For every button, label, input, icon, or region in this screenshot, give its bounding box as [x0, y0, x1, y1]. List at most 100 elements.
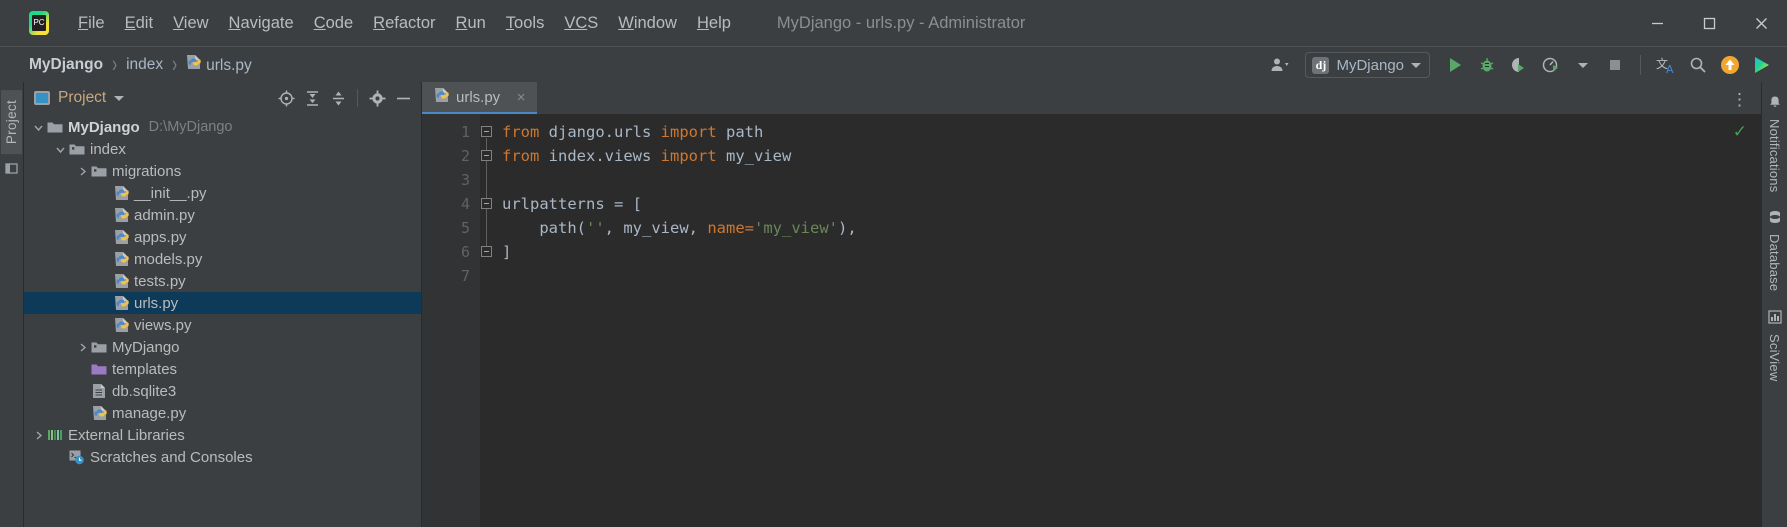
database-file-icon	[90, 383, 108, 399]
menu-item-help[interactable]: Help	[687, 10, 741, 37]
project-tree[interactable]: MyDjango D:\MyDjango index migrations __init…	[24, 114, 421, 527]
error-stripe-marker-panel[interactable]	[1747, 114, 1761, 527]
more-options-icon[interactable]: ⋮	[1725, 90, 1755, 109]
sidebar-item-database[interactable]: Database	[1765, 203, 1784, 298]
sidebar-item-project[interactable]: Project	[1, 90, 22, 155]
menu-item-vcs[interactable]: VCS	[554, 10, 608, 37]
tree-item-scratches-and-consoles[interactable]: Scratches and Consoles	[24, 446, 421, 468]
django-icon: dj	[1312, 56, 1330, 74]
code-token-id: path	[725, 123, 764, 141]
settings-sync-icon[interactable]	[1265, 51, 1295, 79]
code-line[interactable]: path('', my_view, name='my_view'),	[502, 216, 1747, 240]
code-token-id: , my_view,	[604, 219, 708, 237]
menu-item-navigate[interactable]: Navigate	[219, 10, 304, 37]
folder-module-icon	[46, 120, 64, 134]
menu-item-tools[interactable]: Tools	[496, 10, 555, 37]
line-number[interactable]: 1	[422, 120, 480, 144]
breadcrumb-item-index[interactable]: index	[121, 54, 168, 76]
search-everywhere-icon[interactable]	[1683, 51, 1713, 79]
sidebar-item-notifications[interactable]: Notifications	[1765, 88, 1784, 199]
tree-item-urls-py[interactable]: urls.py	[24, 292, 421, 314]
tree-item-views-py[interactable]: views.py	[24, 314, 421, 336]
chevron-right-icon[interactable]	[74, 342, 90, 353]
breadcrumb-item-urls-py[interactable]: urls.py	[181, 52, 257, 77]
profile-dropdown-icon[interactable]	[1568, 51, 1598, 79]
run-button[interactable]	[1440, 51, 1470, 79]
settings-gear-icon[interactable]	[365, 86, 389, 110]
line-number[interactable]: 5	[422, 216, 480, 240]
stop-button[interactable]	[1600, 51, 1630, 79]
select-opened-file-icon[interactable]	[274, 86, 298, 110]
chevron-right-icon[interactable]	[30, 430, 46, 441]
tree-item-migrations[interactable]: migrations	[24, 160, 421, 182]
breadcrumb-item-mydjango[interactable]: MyDjango	[24, 54, 108, 76]
code-line[interactable]: from index.views import my_view	[502, 144, 1747, 168]
structure-icon[interactable]	[4, 162, 19, 181]
tree-item-external-libraries[interactable]: External Libraries	[24, 424, 421, 446]
profile-button[interactable]	[1536, 51, 1566, 79]
run-configuration-selector[interactable]: dj MyDjango	[1305, 52, 1430, 78]
fold-marker-line2[interactable]	[481, 150, 492, 161]
code-line[interactable]	[502, 264, 1747, 288]
tree-item-mydjango[interactable]: MyDjango D:\MyDjango	[24, 116, 421, 138]
chevron-down-icon[interactable]	[52, 144, 68, 155]
window-controls	[1631, 0, 1787, 46]
code-line[interactable]	[502, 168, 1747, 192]
code-line[interactable]: from django.urls import path	[502, 120, 1747, 144]
debug-button[interactable]	[1472, 51, 1502, 79]
chevron-right-icon[interactable]	[74, 166, 90, 177]
code-content[interactable]: from django.urls import path from index.v…	[494, 114, 1747, 527]
line-number[interactable]: 6	[422, 240, 480, 264]
menu-item-code[interactable]: Code	[304, 10, 363, 37]
tree-item-templates[interactable]: templates	[24, 358, 421, 380]
code-folding-strip[interactable]	[480, 114, 494, 527]
hide-panel-icon[interactable]	[391, 86, 415, 110]
breadcrumb-label: urls.py	[206, 57, 252, 74]
chevron-down-icon[interactable]	[114, 95, 125, 101]
translate-icon[interactable]: 文 A	[1651, 51, 1681, 79]
line-number[interactable]: 2	[422, 144, 480, 168]
fold-marker-line6[interactable]	[481, 246, 492, 257]
code-line[interactable]: urlpatterns = [	[502, 192, 1747, 216]
menu-item-file[interactable]: File	[68, 10, 115, 37]
run-with-coverage-button[interactable]	[1504, 51, 1534, 79]
menu-item-view[interactable]: View	[163, 10, 218, 37]
sidebar-item-sciview[interactable]: SciView	[1765, 303, 1784, 388]
maximize-button[interactable]	[1683, 0, 1735, 46]
fold-marker-line4[interactable]	[481, 198, 492, 209]
menu-item-refactor[interactable]: Refactor	[363, 10, 445, 37]
tree-item-tests-py[interactable]: tests.py	[24, 270, 421, 292]
editor-tab-urls-py[interactable]: urls.py ×	[422, 82, 538, 114]
tree-item--init-py[interactable]: __init__.py	[24, 182, 421, 204]
update-available-icon[interactable]	[1715, 51, 1745, 79]
line-number[interactable]: 4	[422, 192, 480, 216]
tree-item-index[interactable]: index	[24, 138, 421, 160]
line-number[interactable]: 7	[422, 264, 480, 288]
tree-item-label: Scratches and Consoles	[90, 448, 253, 466]
menu-item-window[interactable]: Window	[608, 10, 687, 37]
line-number[interactable]: 3	[422, 168, 480, 192]
close-icon[interactable]: ×	[513, 89, 529, 106]
collapse-all-icon[interactable]	[326, 86, 350, 110]
tree-item-manage-py[interactable]: manage.py	[24, 402, 421, 424]
project-panel-title-wrap[interactable]: Project	[34, 89, 125, 107]
code-line[interactable]: ]	[502, 240, 1747, 264]
tree-item-label: apps.py	[134, 228, 187, 246]
tree-item-mydjango[interactable]: MyDjango	[24, 336, 421, 358]
editor-tab-options[interactable]: ⋮	[1725, 90, 1755, 110]
menu-item-edit[interactable]: Edit	[115, 10, 163, 37]
fold-marker-line1[interactable]	[481, 126, 492, 137]
minimize-button[interactable]	[1631, 0, 1683, 46]
expand-all-icon[interactable]	[300, 86, 324, 110]
tree-item-models-py[interactable]: models.py	[24, 248, 421, 270]
menu-item-run[interactable]: Run	[446, 10, 496, 37]
tree-item-apps-py[interactable]: apps.py	[24, 226, 421, 248]
code-token-str: 'my_view'	[754, 219, 838, 237]
inspection-status-ok-icon[interactable]: ✓	[1733, 122, 1747, 142]
tree-item-admin-py[interactable]: admin.py	[24, 204, 421, 226]
close-button[interactable]	[1735, 0, 1787, 46]
tree-item-db-sqlite3[interactable]: db.sqlite3	[24, 380, 421, 402]
chevron-down-icon[interactable]	[30, 122, 46, 133]
toolbox-icon[interactable]	[1747, 51, 1777, 79]
code-editor[interactable]: 1234567 from django.urls import path from…	[422, 114, 1761, 527]
